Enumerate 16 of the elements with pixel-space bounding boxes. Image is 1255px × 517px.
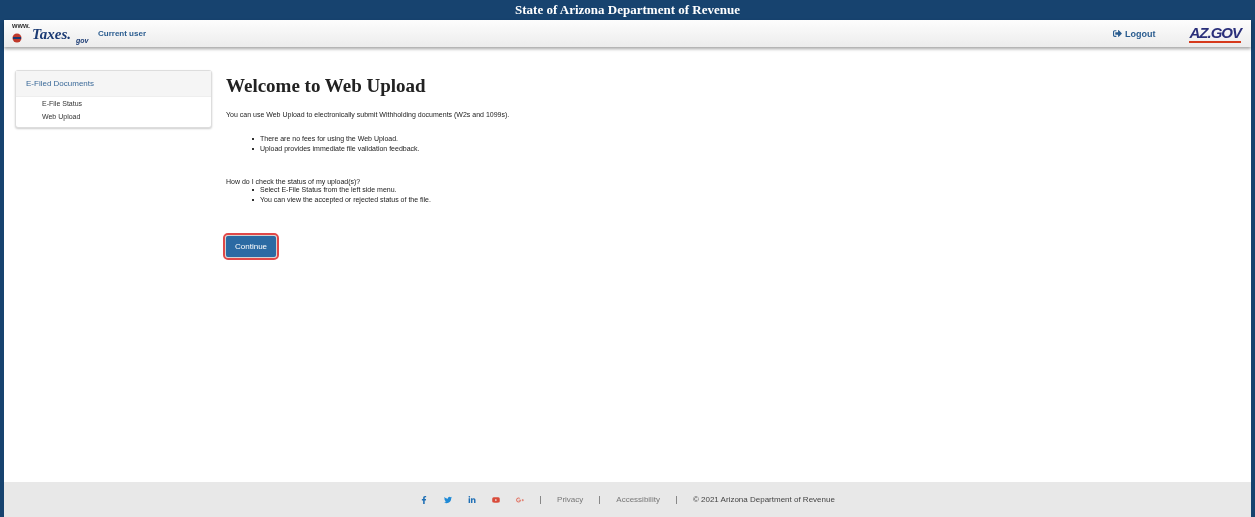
footer-link[interactable]: Accessibility	[616, 495, 660, 504]
sign-out-icon[interactable]	[1113, 29, 1122, 38]
current-user-label: Current user	[98, 29, 146, 38]
az-gov-logo[interactable]: AZ.GOV	[1189, 24, 1241, 43]
copyright-text: © 2021 Arizona Department of Revenue	[692, 495, 835, 504]
google-plus-icon[interactable]	[516, 495, 525, 504]
twitter-icon[interactable]	[444, 495, 453, 504]
facebook-icon[interactable]	[420, 495, 429, 504]
continue-button[interactable]: Continue	[226, 236, 277, 257]
sidebar-heading: E-Filed Documents	[16, 71, 211, 97]
footer-link[interactable]: Privacy	[557, 495, 584, 504]
youtube-icon[interactable]	[492, 495, 501, 504]
linkedin-icon[interactable]	[468, 495, 477, 504]
logout-link[interactable]: Logout	[1113, 28, 1156, 39]
page-heading: Welcome to Web Upload	[226, 75, 427, 97]
window-title: State of Arizona Department of Revenue	[515, 2, 740, 18]
